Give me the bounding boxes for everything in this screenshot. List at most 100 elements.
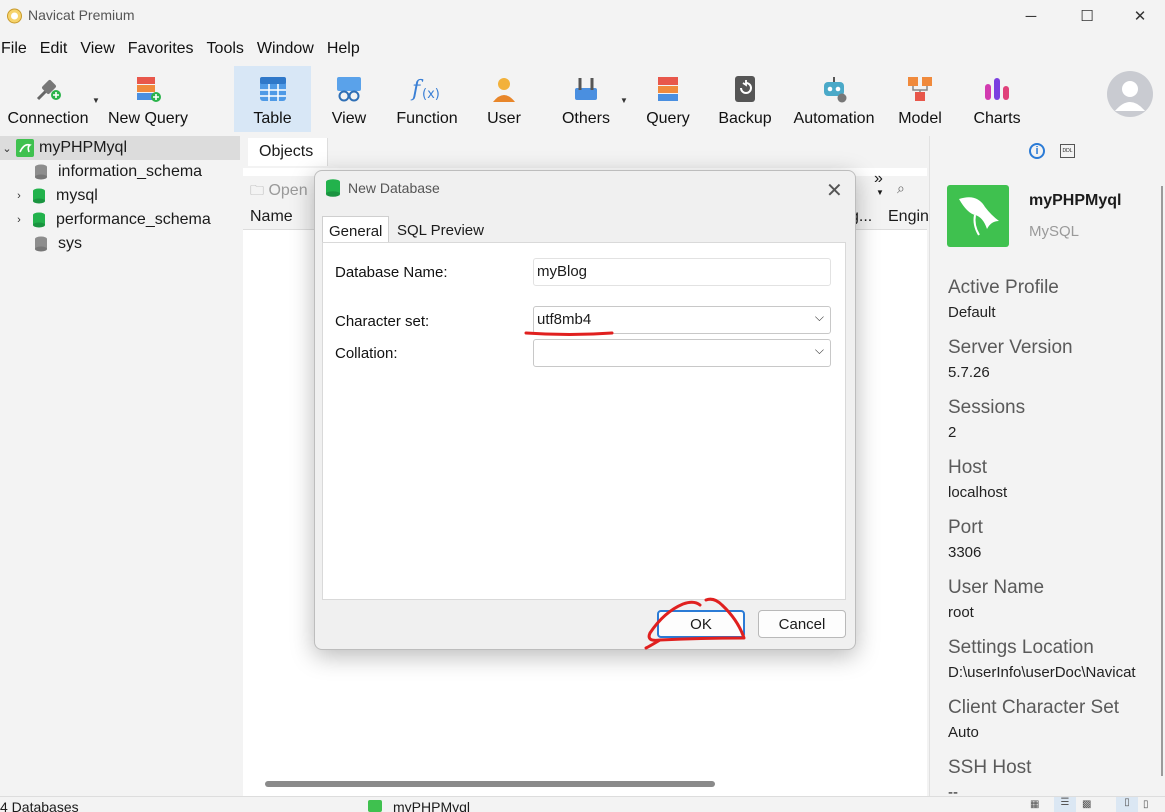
function-button[interactable]: f (x) Function	[390, 66, 464, 132]
column-name-header[interactable]: Name	[250, 208, 293, 226]
grid-view-icon[interactable]: ▩	[1082, 799, 1100, 812]
menu-bar: File Edit View Favorites Tools Window He…	[0, 38, 373, 62]
database-grey-icon	[35, 236, 47, 252]
others-dropdown-icon[interactable]: ▼	[620, 96, 628, 105]
connection-button[interactable]: Connection	[4, 66, 92, 132]
automation-label: Automation	[793, 110, 875, 127]
app-title: Navicat Premium	[28, 7, 135, 23]
dialog-title: New Database	[348, 180, 440, 196]
table-button[interactable]: Table	[234, 66, 311, 132]
right-panel-toggle-icon[interactable]: ▯	[1143, 799, 1161, 812]
database-green-icon	[326, 179, 340, 197]
user-label: User	[487, 110, 521, 127]
info-value: D:\userInfo\userDoc\Navicat	[948, 664, 1136, 681]
cancel-button[interactable]: Cancel	[758, 610, 846, 638]
charts-icon	[980, 72, 1014, 106]
tab-objects[interactable]: Objects	[248, 138, 328, 166]
model-button[interactable]: Model	[890, 66, 950, 132]
avatar[interactable]	[1107, 71, 1153, 117]
mysql-connection-icon	[16, 139, 34, 157]
close-icon[interactable]: ✕	[826, 178, 843, 203]
tree-db-mysql[interactable]: › mysql	[0, 184, 240, 208]
tab-strip	[243, 136, 927, 168]
general-panel	[322, 242, 846, 600]
db-label: mysql	[56, 187, 98, 204]
charts-button[interactable]: Charts	[964, 66, 1030, 132]
open-button[interactable]: 🗀 Open	[250, 180, 308, 204]
model-label: Model	[898, 110, 942, 127]
tree-db-sys[interactable]: sys	[0, 232, 240, 256]
character-set-select[interactable]: utf8mb4 ⌵	[533, 306, 831, 334]
view-button[interactable]: View	[314, 66, 384, 132]
minimize-button[interactable]: ─	[1003, 0, 1059, 32]
new-query-button[interactable]: New Query	[104, 66, 192, 132]
maximize-button[interactable]: ☐	[1059, 0, 1115, 32]
character-set-value: utf8mb4	[537, 311, 592, 328]
info-label: Port	[948, 517, 983, 538]
info-value: 5.7.26	[948, 364, 990, 381]
backup-button[interactable]: Backup	[712, 66, 778, 132]
vertical-scrollbar[interactable]	[1161, 186, 1163, 776]
info-value: Default	[948, 304, 996, 321]
mysql-logo-icon	[947, 185, 1009, 247]
new-query-icon	[131, 72, 165, 106]
info-value: --	[948, 784, 958, 796]
more-dropdown-icon[interactable]: ▼	[876, 188, 884, 197]
query-button[interactable]: Query	[636, 66, 700, 132]
more-tools-button[interactable]: »	[874, 170, 883, 188]
menu-tools[interactable]: Tools	[207, 38, 251, 62]
info-connection-type: MySQL	[1029, 223, 1080, 240]
charts-label: Charts	[973, 110, 1021, 127]
user-button[interactable]: User	[472, 66, 536, 132]
others-tools-icon	[569, 72, 603, 106]
ok-button[interactable]: OK	[657, 610, 745, 638]
collation-label: Collation:	[335, 345, 398, 362]
tab-sql-preview[interactable]: SQL Preview	[391, 216, 490, 243]
connection-dropdown-icon[interactable]: ▼	[92, 96, 100, 105]
menu-window[interactable]: Window	[257, 38, 321, 62]
chevron-down-icon[interactable]: ⌄	[0, 142, 14, 155]
open-label: Open	[268, 182, 308, 199]
info-label: Active Profile	[948, 277, 1059, 298]
info-label: Client Character Set	[948, 697, 1120, 718]
info-icon[interactable]: i	[1029, 143, 1045, 159]
automation-button[interactable]: Automation	[786, 66, 882, 132]
title-bar	[0, 0, 1165, 32]
info-label: SSH Host	[948, 757, 1032, 778]
others-label: Others	[561, 110, 610, 127]
search-icon[interactable]: ⌕	[897, 180, 905, 197]
left-panel-toggle-icon[interactable]: ▯	[1116, 797, 1138, 812]
info-label: Host	[948, 457, 988, 478]
tree-db-information-schema[interactable]: information_schema	[0, 160, 240, 184]
menu-file[interactable]: File	[0, 38, 34, 62]
chevron-right-icon[interactable]: ›	[12, 190, 26, 202]
mysql-connection-icon	[368, 800, 382, 812]
backup-icon	[728, 72, 762, 106]
main-toolbar: Connection ▼ New Query Table View f (x) F…	[0, 66, 1165, 134]
chevron-right-icon[interactable]: ›	[12, 214, 26, 226]
info-label: Sessions	[948, 397, 1026, 418]
ddl-icon[interactable]: DDL	[1060, 144, 1075, 158]
menu-edit[interactable]: Edit	[40, 38, 75, 62]
collation-select[interactable]: ⌵	[533, 339, 831, 367]
menu-help[interactable]: Help	[327, 38, 367, 62]
navicat-logo-icon	[7, 8, 22, 24]
tree-db-performance-schema[interactable]: › performance_schema	[0, 208, 240, 232]
info-label: Settings Location	[948, 637, 1094, 658]
info-connection-name: myPHPMyql	[1029, 192, 1122, 209]
chevron-down-icon: ⌵	[814, 310, 824, 324]
status-db-count: 4 Databases	[0, 799, 79, 812]
tiles-view-icon[interactable]: ▦	[1030, 799, 1048, 812]
tree-connection[interactable]: ⌄ myPHPMyql	[0, 136, 240, 160]
column-engine-header[interactable]: Engin	[888, 208, 929, 226]
close-window-button[interactable]: ✕	[1115, 0, 1165, 32]
database-name-field[interactable]: myBlog	[533, 258, 831, 286]
menu-favorites[interactable]: Favorites	[128, 38, 201, 62]
horizontal-scrollbar[interactable]	[265, 781, 715, 787]
menu-view[interactable]: View	[80, 38, 121, 62]
db-label: sys	[58, 235, 82, 252]
model-icon	[903, 72, 937, 106]
others-button[interactable]: Others	[552, 66, 620, 132]
tab-general[interactable]: General	[322, 216, 390, 243]
list-view-icon[interactable]: ☰	[1054, 797, 1076, 812]
